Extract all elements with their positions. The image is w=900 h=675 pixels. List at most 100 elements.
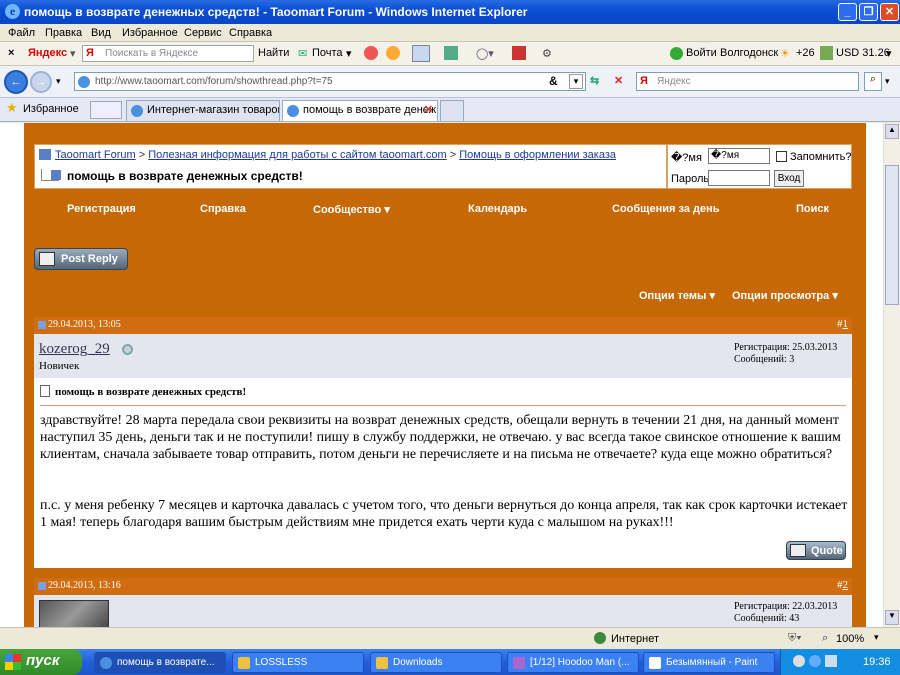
nav-search[interactable]: Поиск	[796, 203, 829, 215]
new-tab-button[interactable]	[440, 100, 464, 121]
address-dropdown-icon[interactable]: ▾	[569, 74, 583, 89]
toolbar-app-icon[interactable]	[364, 46, 378, 60]
post-number[interactable]: #2	[837, 579, 848, 591]
tab-forum-thread[interactable]: помощь в возврате денеж... ✕	[282, 100, 438, 121]
close-button[interactable]: ✕	[880, 3, 899, 21]
address-url: http://www.taoomart.com/forum/showthread…	[95, 76, 333, 87]
post-icon	[38, 321, 46, 329]
login-button[interactable]: Вход	[774, 170, 804, 187]
menu-tools[interactable]: Сервис	[184, 27, 222, 39]
user-post-count: Сообщений: 3	[734, 354, 795, 365]
settings-gear-icon[interactable]: ⚙	[542, 47, 552, 60]
ie-tab-icon	[287, 105, 299, 117]
zoom-dropdown-icon[interactable]: ▾	[874, 632, 879, 643]
search-icon[interactable]: ⌕	[864, 72, 882, 91]
nav-help[interactable]: Справка	[200, 203, 246, 215]
username-input[interactable]: �?мя	[708, 148, 770, 164]
yandex-logo[interactable]: Яндекс	[28, 47, 67, 59]
breadcrumb-home[interactable]: Taoomart Forum	[55, 149, 136, 161]
thread-options[interactable]: Опции темы ▾	[639, 289, 715, 302]
maximize-button[interactable]: ❐	[859, 3, 878, 21]
vertical-scrollbar[interactable]: ▲ ▼	[883, 123, 900, 627]
history-dropdown-icon[interactable]: ▾	[56, 76, 61, 87]
quick-tabs-icon[interactable]	[90, 101, 122, 119]
post-date: 29.04.2013, 13:05	[48, 319, 121, 330]
toolbar-close-icon[interactable]: ×	[8, 47, 14, 59]
scroll-down-button[interactable]: ▼	[885, 610, 899, 625]
tray-network-icon[interactable]	[825, 655, 837, 667]
tray-icon-2[interactable]	[809, 655, 821, 667]
refresh-icon[interactable]: ⇆	[590, 74, 606, 89]
favorites-button[interactable]: Избранное	[23, 103, 79, 115]
minimize-button[interactable]: _	[838, 3, 857, 21]
city-label[interactable]: Волгодонск	[720, 47, 778, 59]
post-text-2: п.с. у меня ребенку 7 месяцев и карточка…	[40, 498, 848, 530]
taskbar-item-downloads[interactable]: Downloads	[370, 652, 502, 673]
clock[interactable]: 19:36	[863, 656, 891, 668]
back-button[interactable]: ←	[4, 70, 28, 94]
scroll-thumb[interactable]	[885, 165, 899, 305]
post-username[interactable]: kozerog_29	[39, 341, 110, 358]
nav-community[interactable]: Сообщество ▾	[313, 203, 390, 216]
widget-icon[interactable]	[512, 46, 526, 60]
quote-button[interactable]: Quote	[786, 541, 846, 560]
favorites-star-icon[interactable]: ★	[6, 100, 18, 116]
quote-icon	[790, 544, 806, 557]
password-input[interactable]	[708, 170, 770, 186]
taskbar-item-paint[interactable]: Безымянный - Paint	[643, 652, 775, 673]
search-input[interactable]: Я Яндекс	[636, 72, 859, 91]
post-reply-button[interactable]: Post Reply	[34, 248, 128, 270]
find-button[interactable]: Найти	[258, 47, 289, 59]
menu-file[interactable]: Файл	[8, 27, 35, 39]
taskbar-item-player[interactable]: [1/12] Hoodoo Man (...	[507, 652, 639, 673]
scroll-up-button[interactable]: ▲	[885, 124, 899, 139]
weather-value[interactable]: +26	[796, 47, 815, 59]
zoom-icon[interactable]: ⌕	[822, 632, 828, 645]
breadcrumb-box: Taoomart Forum > Полезная информация для…	[34, 144, 667, 189]
view-options[interactable]: Опции просмотра ▾	[732, 289, 838, 302]
forum-home-icon[interactable]	[39, 149, 51, 160]
forward-button[interactable]: →	[30, 71, 52, 93]
nav-today-posts[interactable]: Сообщения за день	[612, 203, 719, 215]
mail-dropdown-icon[interactable]: ▾	[346, 47, 352, 60]
breadcrumb-sub[interactable]: Помощь в оформлении заказа	[459, 149, 616, 161]
compat-icon[interactable]: &	[549, 74, 558, 88]
breadcrumb-section[interactable]: Полезная информация для работы с сайтом …	[148, 149, 446, 161]
login-button[interactable]: Войти	[686, 47, 717, 59]
translate-icon[interactable]	[412, 45, 430, 62]
menu-edit[interactable]: Правка	[45, 27, 82, 39]
address-input[interactable]: http://www.taoomart.com/forum/showthread…	[74, 72, 586, 91]
tab-close-icon[interactable]: ✕	[424, 103, 433, 116]
internet-zone-icon	[594, 632, 606, 644]
address-toolbar: ← → ▾ http://www.taoomart.com/forum/show…	[0, 66, 900, 98]
currency-dropdown-icon[interactable]: ▾	[886, 47, 892, 60]
search-dropdown-icon[interactable]: ▾	[885, 76, 890, 87]
security-icon[interactable]: ⛨▾	[788, 632, 802, 645]
nav-calendar[interactable]: Календарь	[468, 203, 527, 215]
login-icon	[670, 47, 683, 60]
bookmark-icon[interactable]	[444, 46, 458, 60]
windows-logo-icon	[5, 654, 21, 670]
tray-icon[interactable]	[793, 655, 805, 667]
mail-button[interactable]: Почта	[312, 47, 343, 59]
remember-checkbox[interactable]	[776, 151, 787, 162]
yandex-search-input[interactable]: Поискать в Яндексе Я	[82, 45, 254, 62]
taskbar-item-lossless[interactable]: LOSSLESS	[232, 652, 364, 673]
dropdown-icon[interactable]: ▾	[70, 47, 76, 60]
avatar[interactable]	[39, 600, 109, 627]
window-titlebar[interactable]: e помощь в возврате денежных средств! - …	[0, 0, 900, 24]
menu-help[interactable]: Справка	[229, 27, 272, 39]
nav-register[interactable]: Регистрация	[67, 203, 136, 215]
menu-view[interactable]: Вид	[91, 27, 111, 39]
currency-value[interactable]: USD 31.26	[836, 47, 890, 59]
tab-shop[interactable]: Интернет-магазин товаров...	[126, 100, 280, 121]
toolbar-app-icon-2[interactable]	[386, 46, 400, 60]
taskbar-item-ie[interactable]: помощь в возврате...	[94, 652, 226, 673]
page-viewport: Taoomart Forum > Полезная информация для…	[0, 123, 883, 627]
zoom-level[interactable]: 100%	[836, 633, 864, 645]
menu-favorites[interactable]: Избранное	[122, 27, 178, 39]
start-button[interactable]: пуск	[0, 649, 82, 675]
stop-icon[interactable]: ✕	[614, 74, 628, 89]
post-number[interactable]: #1	[837, 318, 848, 330]
chat-icon[interactable]: ◯▾	[476, 47, 494, 60]
